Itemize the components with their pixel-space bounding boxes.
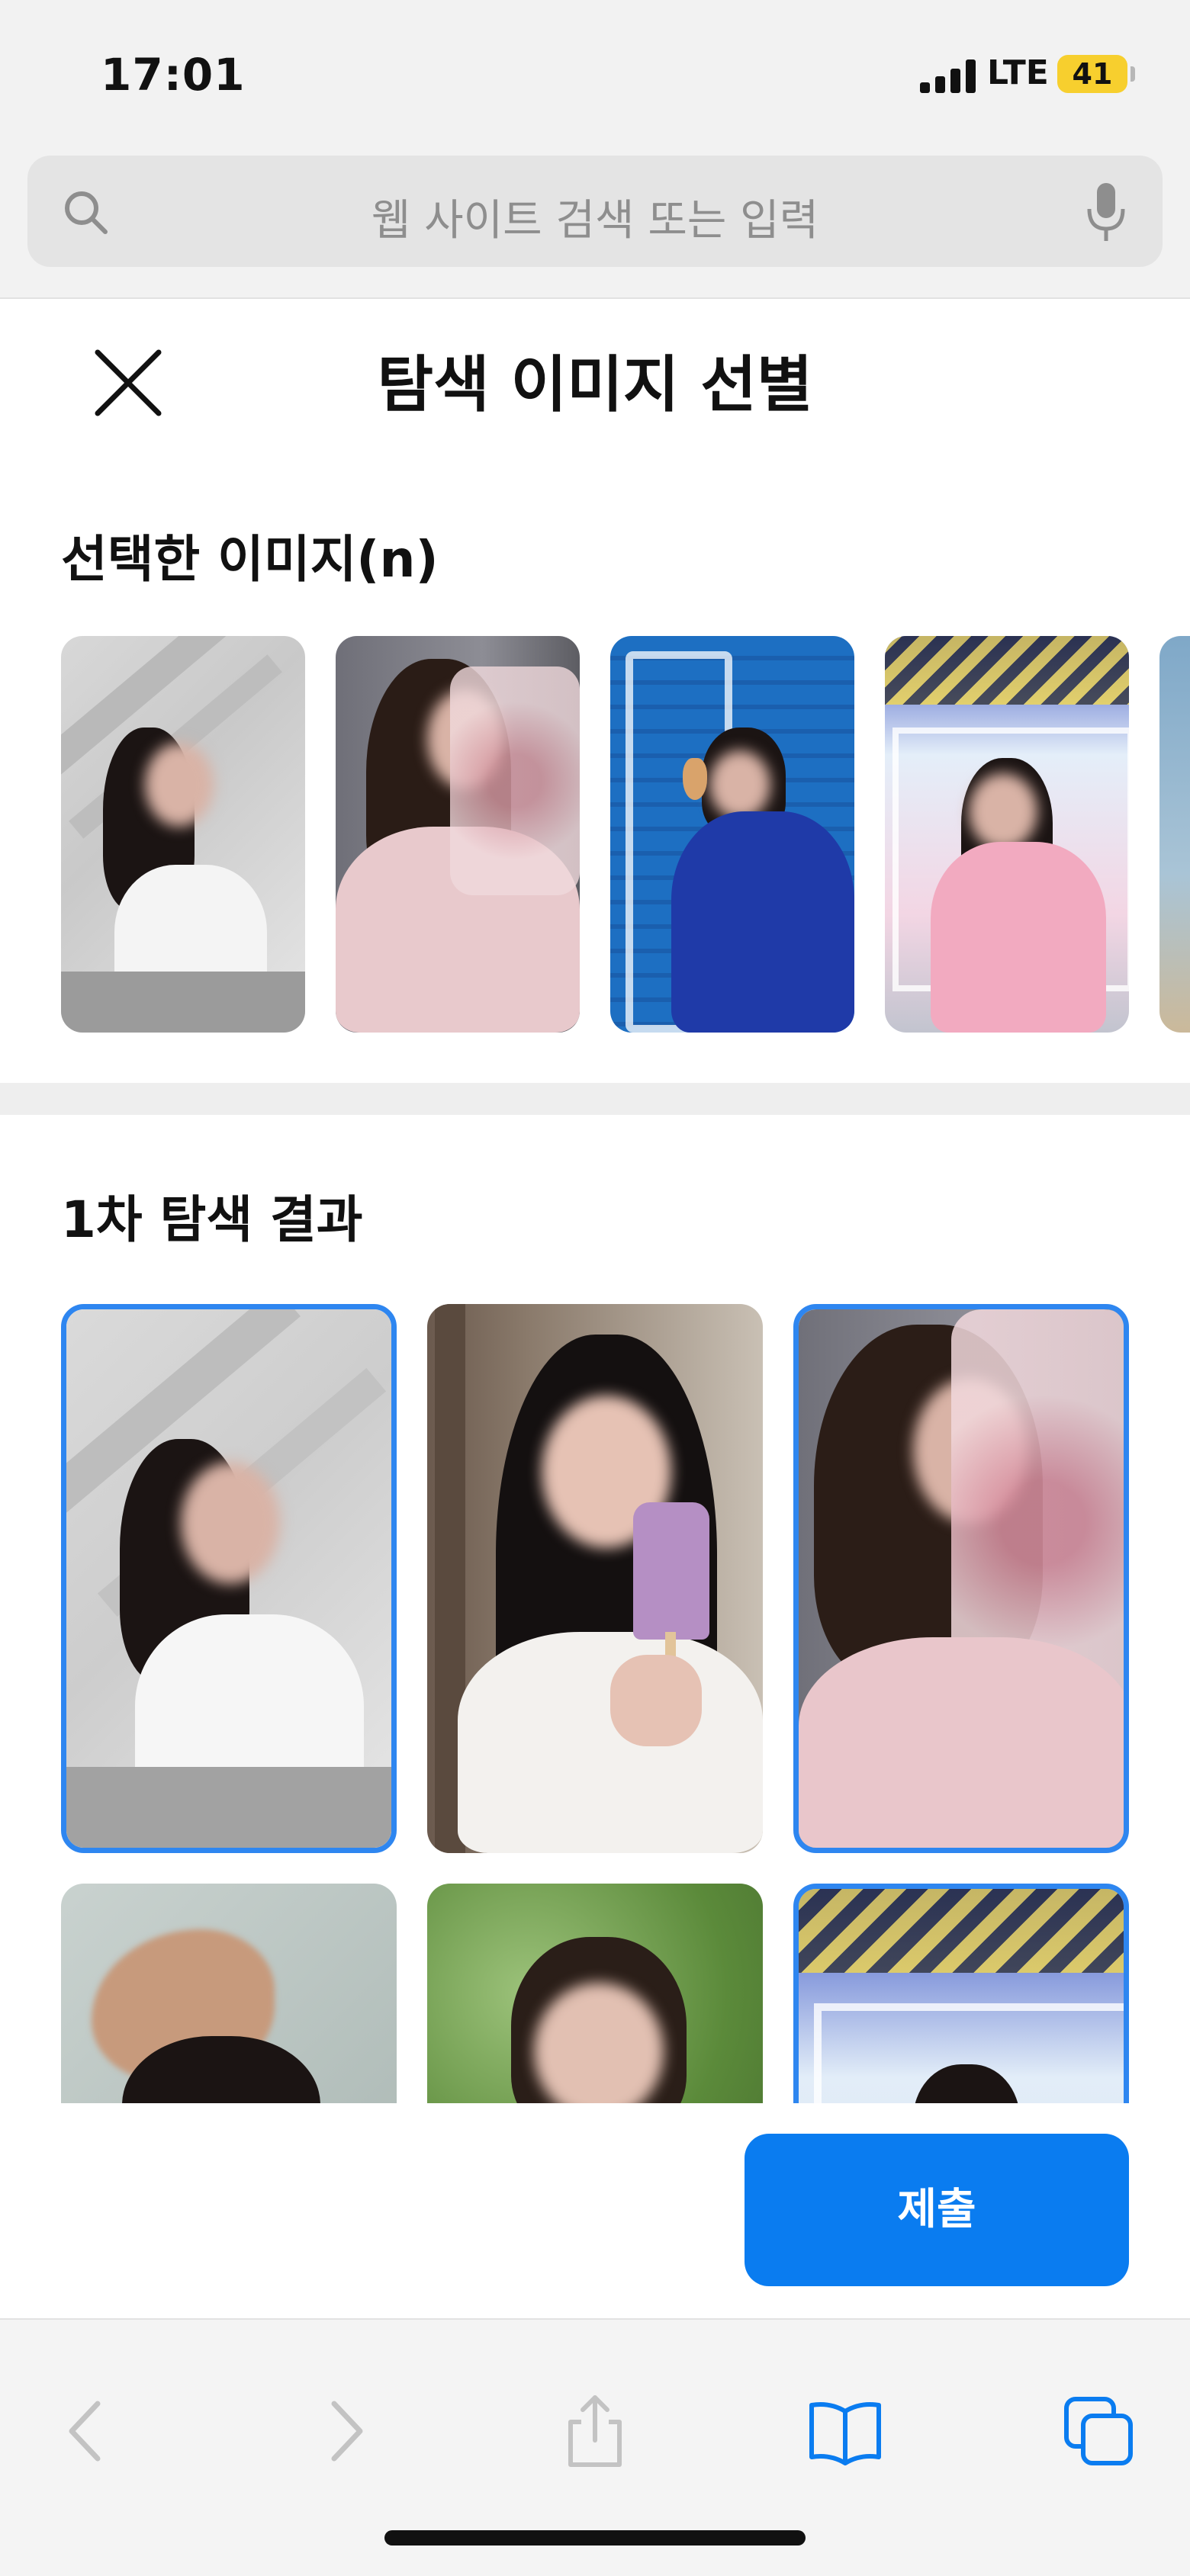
browser-top-bar: 17:01 LTE 41 웹 사이트 검색 또는 입력 [0, 0, 1190, 299]
selected-images-strip[interactable] [0, 636, 1190, 1034]
results-grid[interactable] [0, 1304, 1190, 2103]
address-bar-placeholder: 웹 사이트 검색 또는 입력 [371, 196, 819, 246]
selected-thumbnail[interactable] [885, 636, 1129, 1033]
selected-thumbnail[interactable] [1159, 636, 1190, 1033]
selected-thumbnail[interactable] [336, 636, 580, 1033]
selected-thumbnail[interactable] [610, 636, 854, 1033]
result-image[interactable] [427, 1884, 763, 2103]
forward-icon[interactable] [305, 2393, 381, 2469]
modal-title: 탐색 이미지 선별 [377, 349, 813, 420]
result-image[interactable] [61, 1304, 397, 1853]
result-image[interactable] [61, 1884, 397, 2103]
battery-cap [1130, 66, 1135, 82]
status-time: 17:01 [101, 49, 246, 101]
home-indicator[interactable] [384, 2530, 806, 2545]
tabs-icon[interactable] [1060, 2393, 1137, 2469]
result-image[interactable] [793, 1884, 1129, 2103]
selected-images-title: 선택한 이미지(n) [61, 530, 439, 589]
network-type: LTE [987, 53, 1049, 92]
cellular-signal-icon [920, 59, 978, 93]
result-image[interactable] [793, 1304, 1129, 1853]
address-bar[interactable]: 웹 사이트 검색 또는 입력 [27, 156, 1163, 267]
share-icon[interactable] [557, 2393, 633, 2469]
submit-button[interactable]: 제출 [745, 2134, 1129, 2286]
selected-thumbnail[interactable] [61, 636, 305, 1033]
back-icon[interactable] [50, 2393, 127, 2469]
bookmarks-icon[interactable] [807, 2393, 883, 2469]
battery-icon: 41 [1057, 55, 1127, 93]
section-divider [0, 1083, 1190, 1115]
results-title: 1차 탐색 결과 [61, 1190, 363, 1249]
result-image[interactable] [427, 1304, 763, 1853]
microphone-icon[interactable] [1085, 181, 1127, 243]
